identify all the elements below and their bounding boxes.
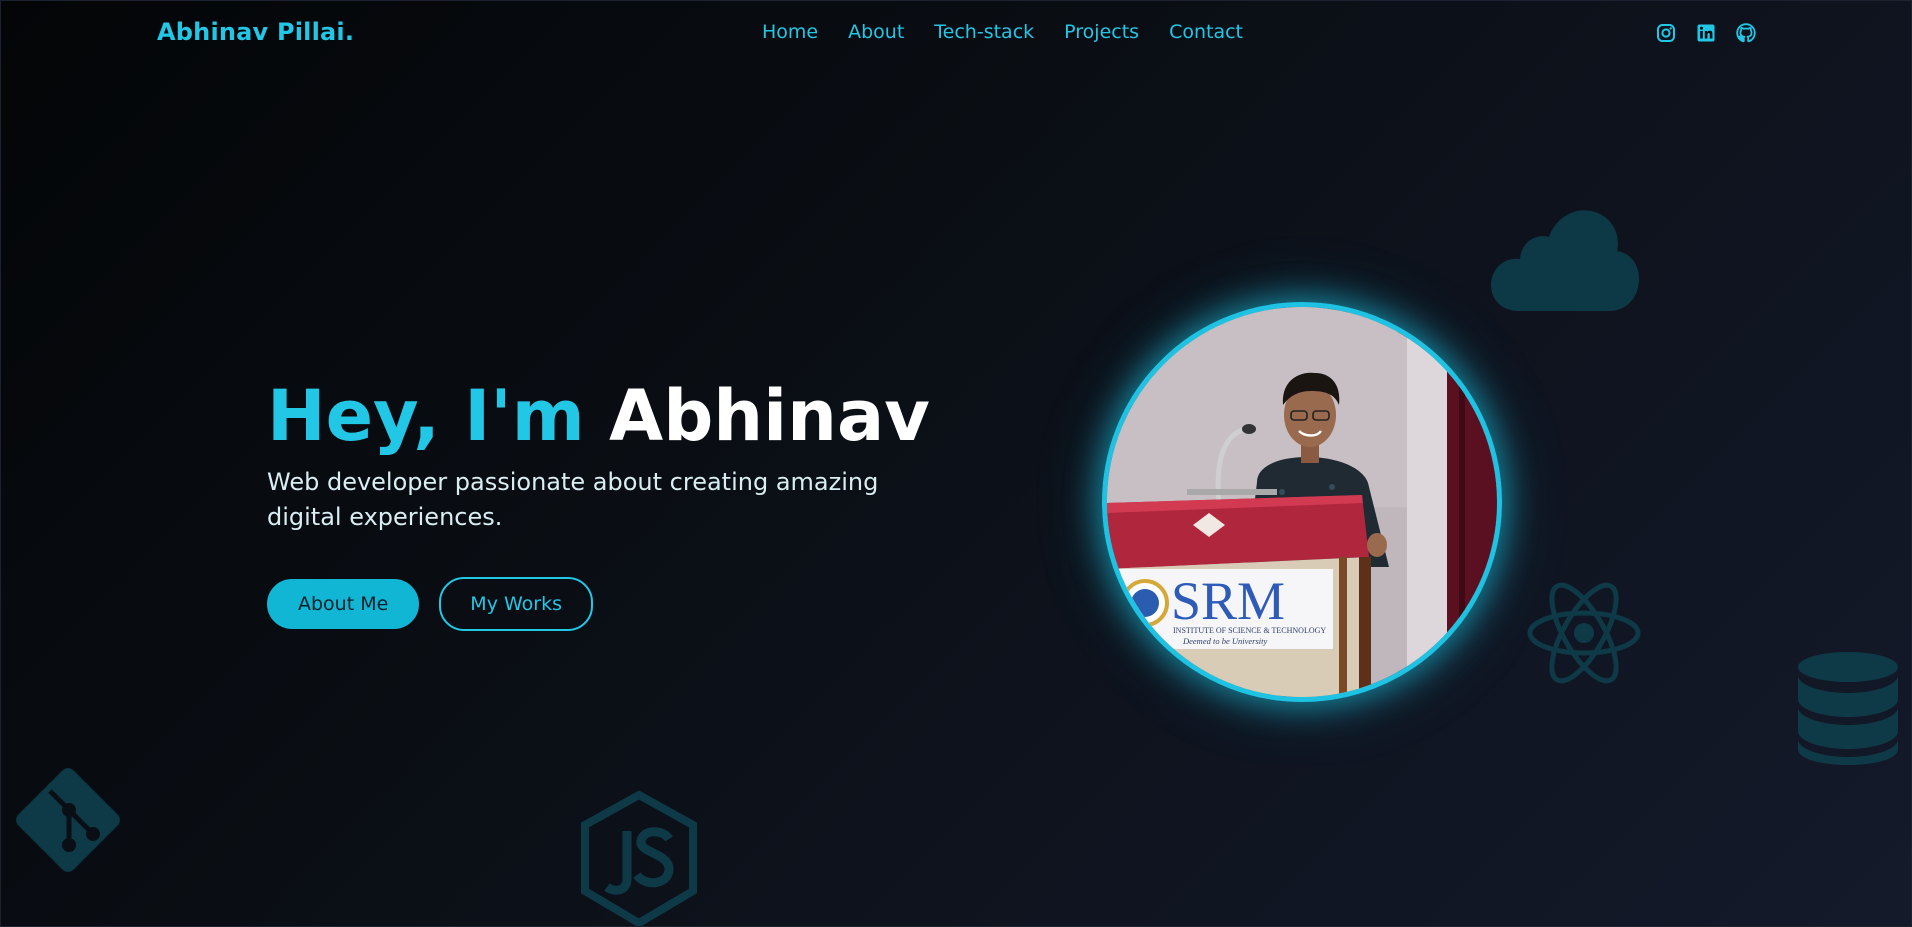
portfolio-page: Abhinav Pillai. Home About Tech-stack Pr… xyxy=(0,0,1912,927)
nav-projects[interactable]: Projects xyxy=(1064,21,1139,43)
hero-buttons: About Me My Works xyxy=(267,577,947,631)
about-me-button[interactable]: About Me xyxy=(267,579,420,629)
nav-about[interactable]: About xyxy=(848,21,904,43)
nav-links: Home About Tech-stack Projects Contact xyxy=(762,21,1243,43)
nav-contact[interactable]: Contact xyxy=(1169,21,1243,43)
my-works-button[interactable]: My Works xyxy=(439,577,593,631)
git-icon xyxy=(16,768,120,872)
profile-photo: SRM INSTITUTE OF SCIENCE & TECHNOLOGY De… xyxy=(1102,302,1502,702)
instagram-icon[interactable] xyxy=(1656,23,1676,43)
github-icon[interactable] xyxy=(1736,23,1756,43)
react-icon xyxy=(1527,582,1641,684)
navbar: Abhinav Pillai. Home About Tech-stack Pr… xyxy=(1,1,1911,69)
podium-logo-text: SRM xyxy=(1171,571,1285,631)
hero-greeting: Hey, I'm xyxy=(267,375,585,457)
hero-subtitle: Web developer passionate about creating … xyxy=(267,468,879,531)
social-links xyxy=(1656,23,1756,43)
hero-section: Hey, I'm Abhinav Web developer passionat… xyxy=(267,371,947,631)
cloud-icon xyxy=(1491,210,1639,311)
podium-line2: Deemed to be University xyxy=(1182,636,1267,646)
podium-line1: INSTITUTE OF SCIENCE & TECHNOLOGY xyxy=(1173,626,1326,635)
hero-heading: Hey, I'm Abhinav xyxy=(267,371,947,461)
nav-home[interactable]: Home xyxy=(762,21,818,43)
linkedin-icon[interactable] xyxy=(1696,23,1716,43)
brand-logo[interactable]: Abhinav Pillai. xyxy=(157,18,354,46)
hero-name: Abhinav xyxy=(609,375,930,457)
profile-illustration: SRM INSTITUTE OF SCIENCE & TECHNOLOGY De… xyxy=(1107,307,1497,697)
nodejs-icon xyxy=(581,791,697,926)
database-icon xyxy=(1798,652,1898,765)
nav-tech-stack[interactable]: Tech-stack xyxy=(934,21,1034,43)
